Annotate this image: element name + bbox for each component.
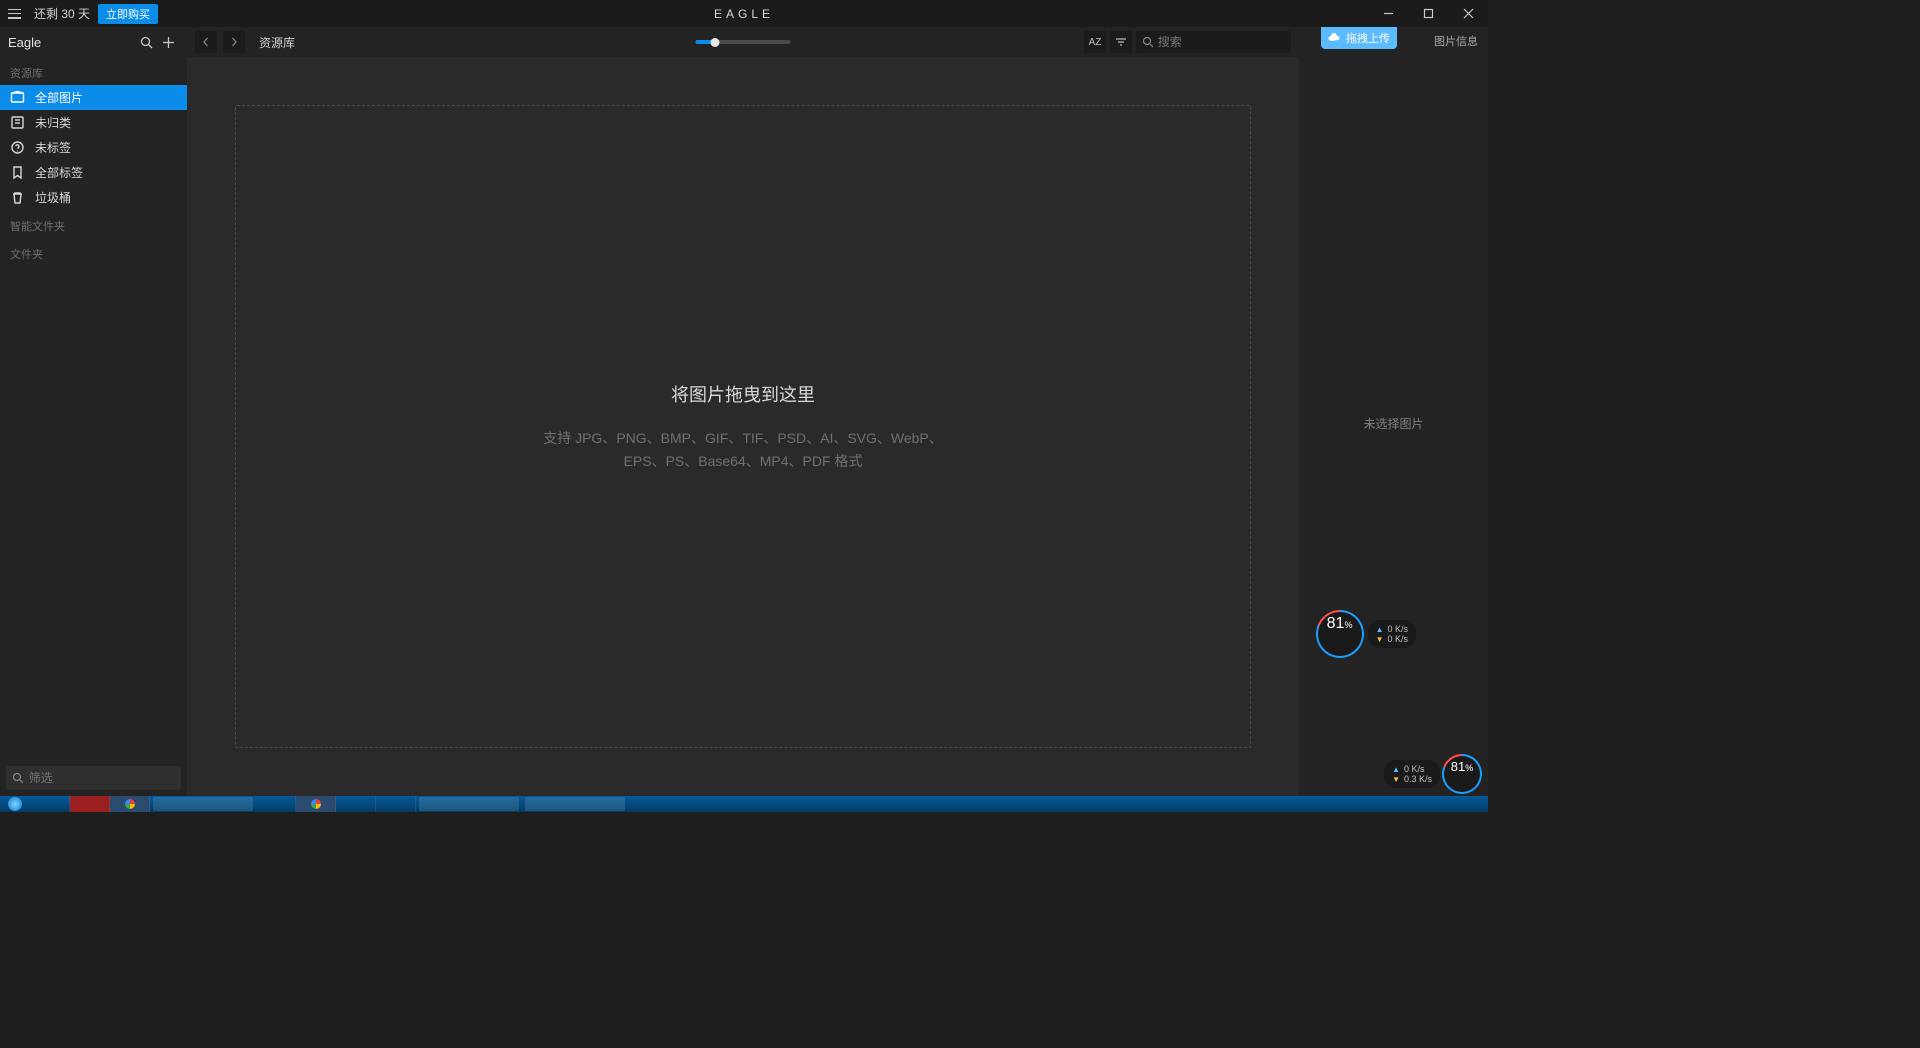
- arrow-up-icon: ▲: [1392, 765, 1400, 774]
- taskbar-pinned[interactable]: [336, 796, 376, 812]
- sidebar-section-library: 资源库: [0, 57, 187, 85]
- sidebar-item-label: 垃圾桶: [35, 189, 71, 206]
- menu-button[interactable]: [0, 0, 28, 27]
- library-name[interactable]: Eagle: [8, 35, 135, 50]
- plus-icon: [162, 36, 175, 49]
- sidebar-add-button[interactable]: [157, 31, 179, 53]
- window-minimize-button[interactable]: [1368, 0, 1408, 27]
- search-input[interactable]: [1158, 35, 1285, 49]
- taskbar-window[interactable]: [419, 797, 519, 811]
- sidebar: Eagle 资源库 全部图片 未归类 未标签 全部标签 垃圾桶: [0, 27, 187, 796]
- download-speed: 0.3 K/s: [1404, 774, 1432, 784]
- minimize-icon: [1383, 8, 1394, 19]
- zoom-slider-knob[interactable]: [711, 38, 720, 47]
- nav-back-button[interactable]: [195, 31, 217, 53]
- zoom-slider[interactable]: [696, 40, 791, 44]
- sidebar-item-all-tags[interactable]: 全部标签: [0, 160, 187, 185]
- sidebar-item-uncategorized[interactable]: 未归类: [0, 110, 187, 135]
- breadcrumb[interactable]: 资源库: [259, 34, 295, 51]
- trash-icon: [10, 190, 25, 205]
- sidebar-section-smart: 智能文件夹: [0, 210, 187, 238]
- sidebar-item-label: 未标签: [35, 139, 71, 156]
- chevron-left-icon: [201, 37, 211, 47]
- sidebar-item-untagged[interactable]: 未标签: [0, 135, 187, 160]
- sort-button[interactable]: AZ: [1084, 31, 1106, 53]
- help-icon: [10, 140, 25, 155]
- sidebar-search-button[interactable]: [135, 31, 157, 53]
- search-box[interactable]: [1136, 31, 1291, 53]
- close-icon: [1463, 8, 1474, 19]
- search-icon: [140, 36, 153, 49]
- sidebar-filter-input[interactable]: [29, 771, 175, 785]
- dropzone[interactable]: 将图片拖曳到这里 支持 JPG、PNG、BMP、GIF、TIF、PSD、AI、S…: [235, 105, 1251, 748]
- arrow-down-icon: ▼: [1376, 635, 1384, 644]
- app-title: EAGLE: [714, 7, 774, 21]
- nav-forward-button[interactable]: [223, 31, 245, 53]
- taskbar-pinned[interactable]: [70, 796, 110, 812]
- download-speed: 0 K/s: [1387, 634, 1408, 644]
- folder-icon: [10, 115, 25, 130]
- gauge-value: 81: [1327, 615, 1345, 633]
- taskbar-pinned[interactable]: [296, 796, 336, 812]
- buy-now-button[interactable]: 立即购买: [98, 4, 158, 24]
- window-close-button[interactable]: [1448, 0, 1488, 27]
- trial-days-text: 还剩 30 天: [34, 5, 90, 22]
- taskbar[interactable]: [0, 796, 1488, 812]
- hamburger-icon: [8, 9, 21, 19]
- chrome-icon: [311, 799, 321, 809]
- taskbar-pinned[interactable]: [376, 796, 416, 812]
- network-stats-small: ▲ 0 K/s ▼ 0.3 K/s: [1384, 760, 1440, 788]
- filter-button[interactable]: [1110, 31, 1132, 53]
- sidebar-section-folders: 文件夹: [0, 238, 187, 266]
- search-icon: [1142, 36, 1153, 48]
- upload-speed: 0 K/s: [1404, 764, 1425, 774]
- taskbar-window[interactable]: [153, 797, 253, 811]
- taskbar-pinned-chrome[interactable]: [110, 796, 150, 812]
- cpu-gauge-small: 81%: [1444, 756, 1480, 792]
- system-monitor-widget[interactable]: 81% ▲0 K/s ▼0 K/s: [1318, 612, 1416, 656]
- search-icon: [12, 772, 23, 784]
- sidebar-item-label: 未归类: [35, 114, 71, 131]
- images-icon: [10, 90, 25, 105]
- gauge-percent: %: [1344, 620, 1352, 630]
- upload-badge[interactable]: 拖拽上传: [1321, 27, 1397, 49]
- info-panel: 拖拽上传 图片信息 未选择图片: [1299, 27, 1488, 796]
- sidebar-item-all-images[interactable]: 全部图片: [0, 85, 187, 110]
- taskbar-window[interactable]: [525, 797, 625, 811]
- taskbar-pinned[interactable]: [30, 796, 70, 812]
- network-stats: ▲0 K/s ▼0 K/s: [1368, 620, 1416, 648]
- chevron-right-icon: [229, 37, 239, 47]
- cloud-icon: [1328, 32, 1341, 45]
- start-button[interactable]: [0, 796, 30, 812]
- dropzone-subtitle: 支持 JPG、PNG、BMP、GIF、TIF、PSD、AI、SVG、WebP、E…: [543, 427, 943, 472]
- sidebar-item-trash[interactable]: 垃圾桶: [0, 185, 187, 210]
- dropzone-title: 将图片拖曳到这里: [671, 381, 815, 407]
- chrome-icon: [125, 799, 135, 809]
- arrow-down-icon: ▼: [1392, 775, 1400, 784]
- start-orb-icon: [8, 797, 22, 811]
- arrow-up-icon: ▲: [1376, 625, 1384, 634]
- upload-badge-label: 拖拽上传: [1346, 30, 1390, 46]
- bookmark-icon: [10, 165, 25, 180]
- window-maximize-button[interactable]: [1408, 0, 1448, 27]
- system-monitor-widget-small[interactable]: ▲ 0 K/s ▼ 0.3 K/s 81%: [1384, 756, 1480, 792]
- upload-speed: 0 K/s: [1387, 624, 1408, 634]
- taskbar-pinned[interactable]: [256, 796, 296, 812]
- sidebar-filter-input-wrap[interactable]: [6, 766, 181, 790]
- gauge-percent: %: [1465, 763, 1473, 773]
- maximize-icon: [1423, 8, 1434, 19]
- info-panel-empty: 未选择图片: [1299, 415, 1488, 432]
- filter-icon: [1115, 36, 1127, 48]
- gauge-value: 81: [1451, 759, 1465, 774]
- sidebar-item-label: 全部图片: [35, 89, 83, 106]
- sidebar-item-label: 全部标签: [35, 164, 83, 181]
- sort-icon: AZ: [1089, 37, 1102, 48]
- cpu-gauge: 81%: [1318, 612, 1362, 656]
